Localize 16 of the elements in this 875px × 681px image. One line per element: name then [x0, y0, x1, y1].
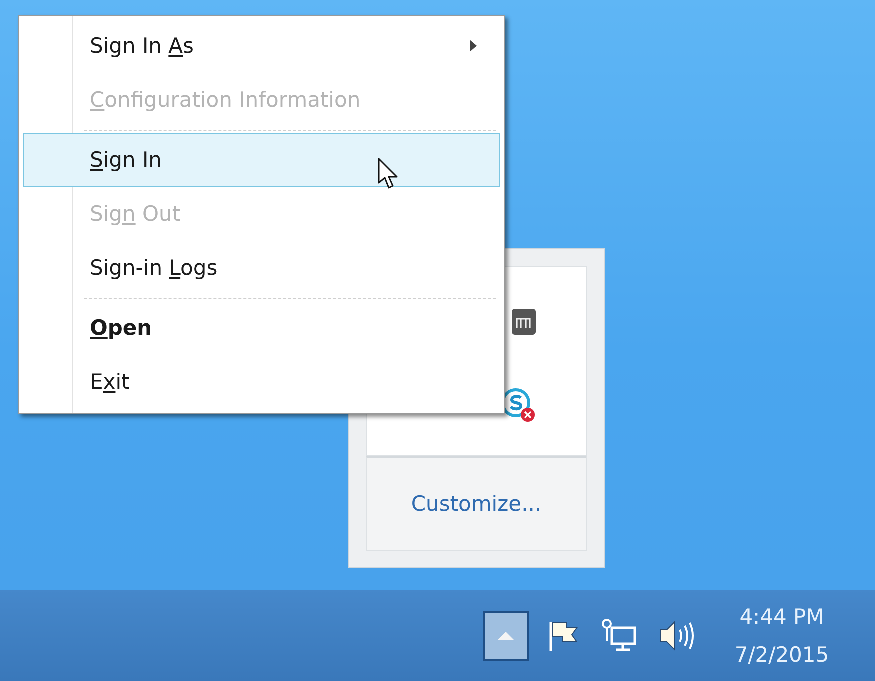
menu-item[interactable]: Exit [23, 355, 500, 409]
menu-item[interactable]: Open [23, 301, 500, 355]
clock-time: 4:44 PM [740, 604, 824, 628]
submenu-arrow-icon [470, 40, 477, 52]
mouse-cursor-icon [378, 158, 400, 190]
app-tray-icon[interactable] [512, 309, 536, 335]
menu-item[interactable]: Sign-in Logs [23, 241, 500, 295]
menu-item[interactable]: Sign In As [23, 19, 500, 73]
network-icon[interactable] [601, 618, 637, 652]
customize-link[interactable]: Customize... [411, 492, 542, 516]
show-hidden-icons-button[interactable] [483, 610, 529, 660]
menu-item[interactable]: Sign In [23, 133, 500, 187]
clock-date: 7/2/2015 [734, 642, 830, 666]
caret-up-icon [498, 632, 514, 640]
flag-icon[interactable] [547, 620, 579, 652]
volume-icon[interactable] [659, 618, 697, 652]
